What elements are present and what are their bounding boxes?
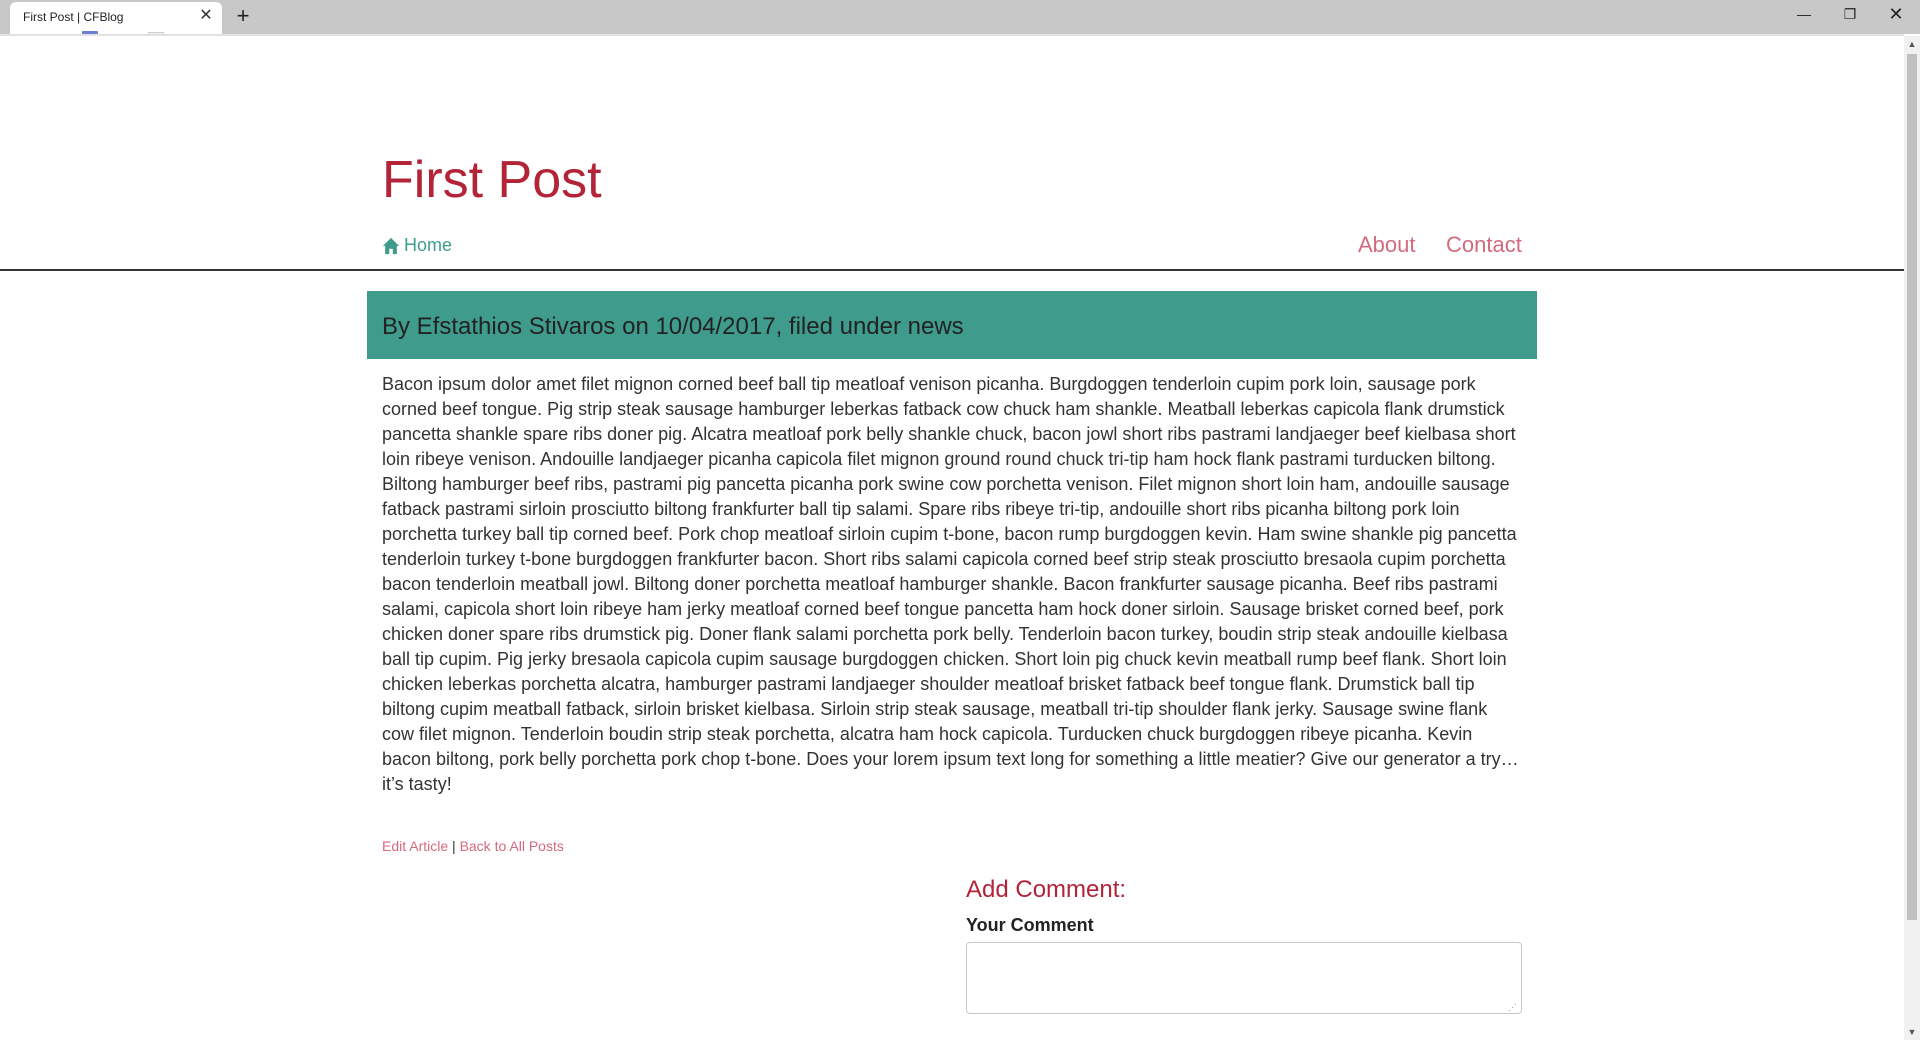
post-actions: Edit Article | Back to All Posts: [382, 838, 564, 854]
maximize-button[interactable]: ❐: [1827, 0, 1873, 28]
window-close-button[interactable]: ✕: [1873, 0, 1919, 28]
link-separator: |: [452, 838, 456, 854]
comment-field-label: Your Comment: [966, 915, 1094, 935]
nav-contact-link[interactable]: Contact: [1446, 232, 1522, 258]
scroll-up-arrow-icon[interactable]: ▲: [1904, 36, 1920, 52]
post-byline: By Efstathios Stivaros on 10/04/2017, fi…: [382, 313, 964, 340]
post-body: Bacon ipsum dolor amet filet mignon corn…: [382, 374, 1519, 794]
comment-textarea[interactable]: [966, 942, 1522, 1014]
page-title: First Post: [382, 151, 602, 209]
resize-grip-icon[interactable]: ⋰: [1508, 1002, 1518, 1012]
nav-about-link[interactable]: About: [1358, 232, 1416, 258]
browser-tab[interactable]: First Post | CFBlog ✕: [10, 2, 222, 35]
nav-home-link[interactable]: Home: [382, 235, 452, 256]
scrollbar-thumb[interactable]: [1907, 54, 1917, 920]
browser-titlebar: First Post | CFBlog ✕ + — ❐ ✕: [0, 0, 1920, 35]
nav-home-label: Home: [404, 235, 453, 255]
chrome-divider: [0, 34, 1904, 36]
home-icon: [382, 237, 400, 254]
edit-article-link[interactable]: Edit Article: [382, 838, 448, 854]
scroll-down-arrow-icon[interactable]: ▼: [1904, 1024, 1920, 1040]
minimize-button[interactable]: —: [1781, 0, 1827, 28]
back-to-all-posts-link[interactable]: Back to All Posts: [460, 838, 564, 854]
add-comment-heading: Add Comment:: [966, 876, 1127, 903]
post-byline-bar: By Efstathios Stivaros on 10/04/2017, fi…: [367, 291, 1537, 359]
close-tab-icon[interactable]: ✕: [196, 6, 216, 26]
vertical-scrollbar[interactable]: ▲ ▼: [1904, 36, 1920, 1040]
nav-divider: [0, 269, 1904, 271]
tab-title: First Post | CFBlog: [23, 10, 124, 24]
new-tab-button[interactable]: +: [232, 4, 254, 28]
